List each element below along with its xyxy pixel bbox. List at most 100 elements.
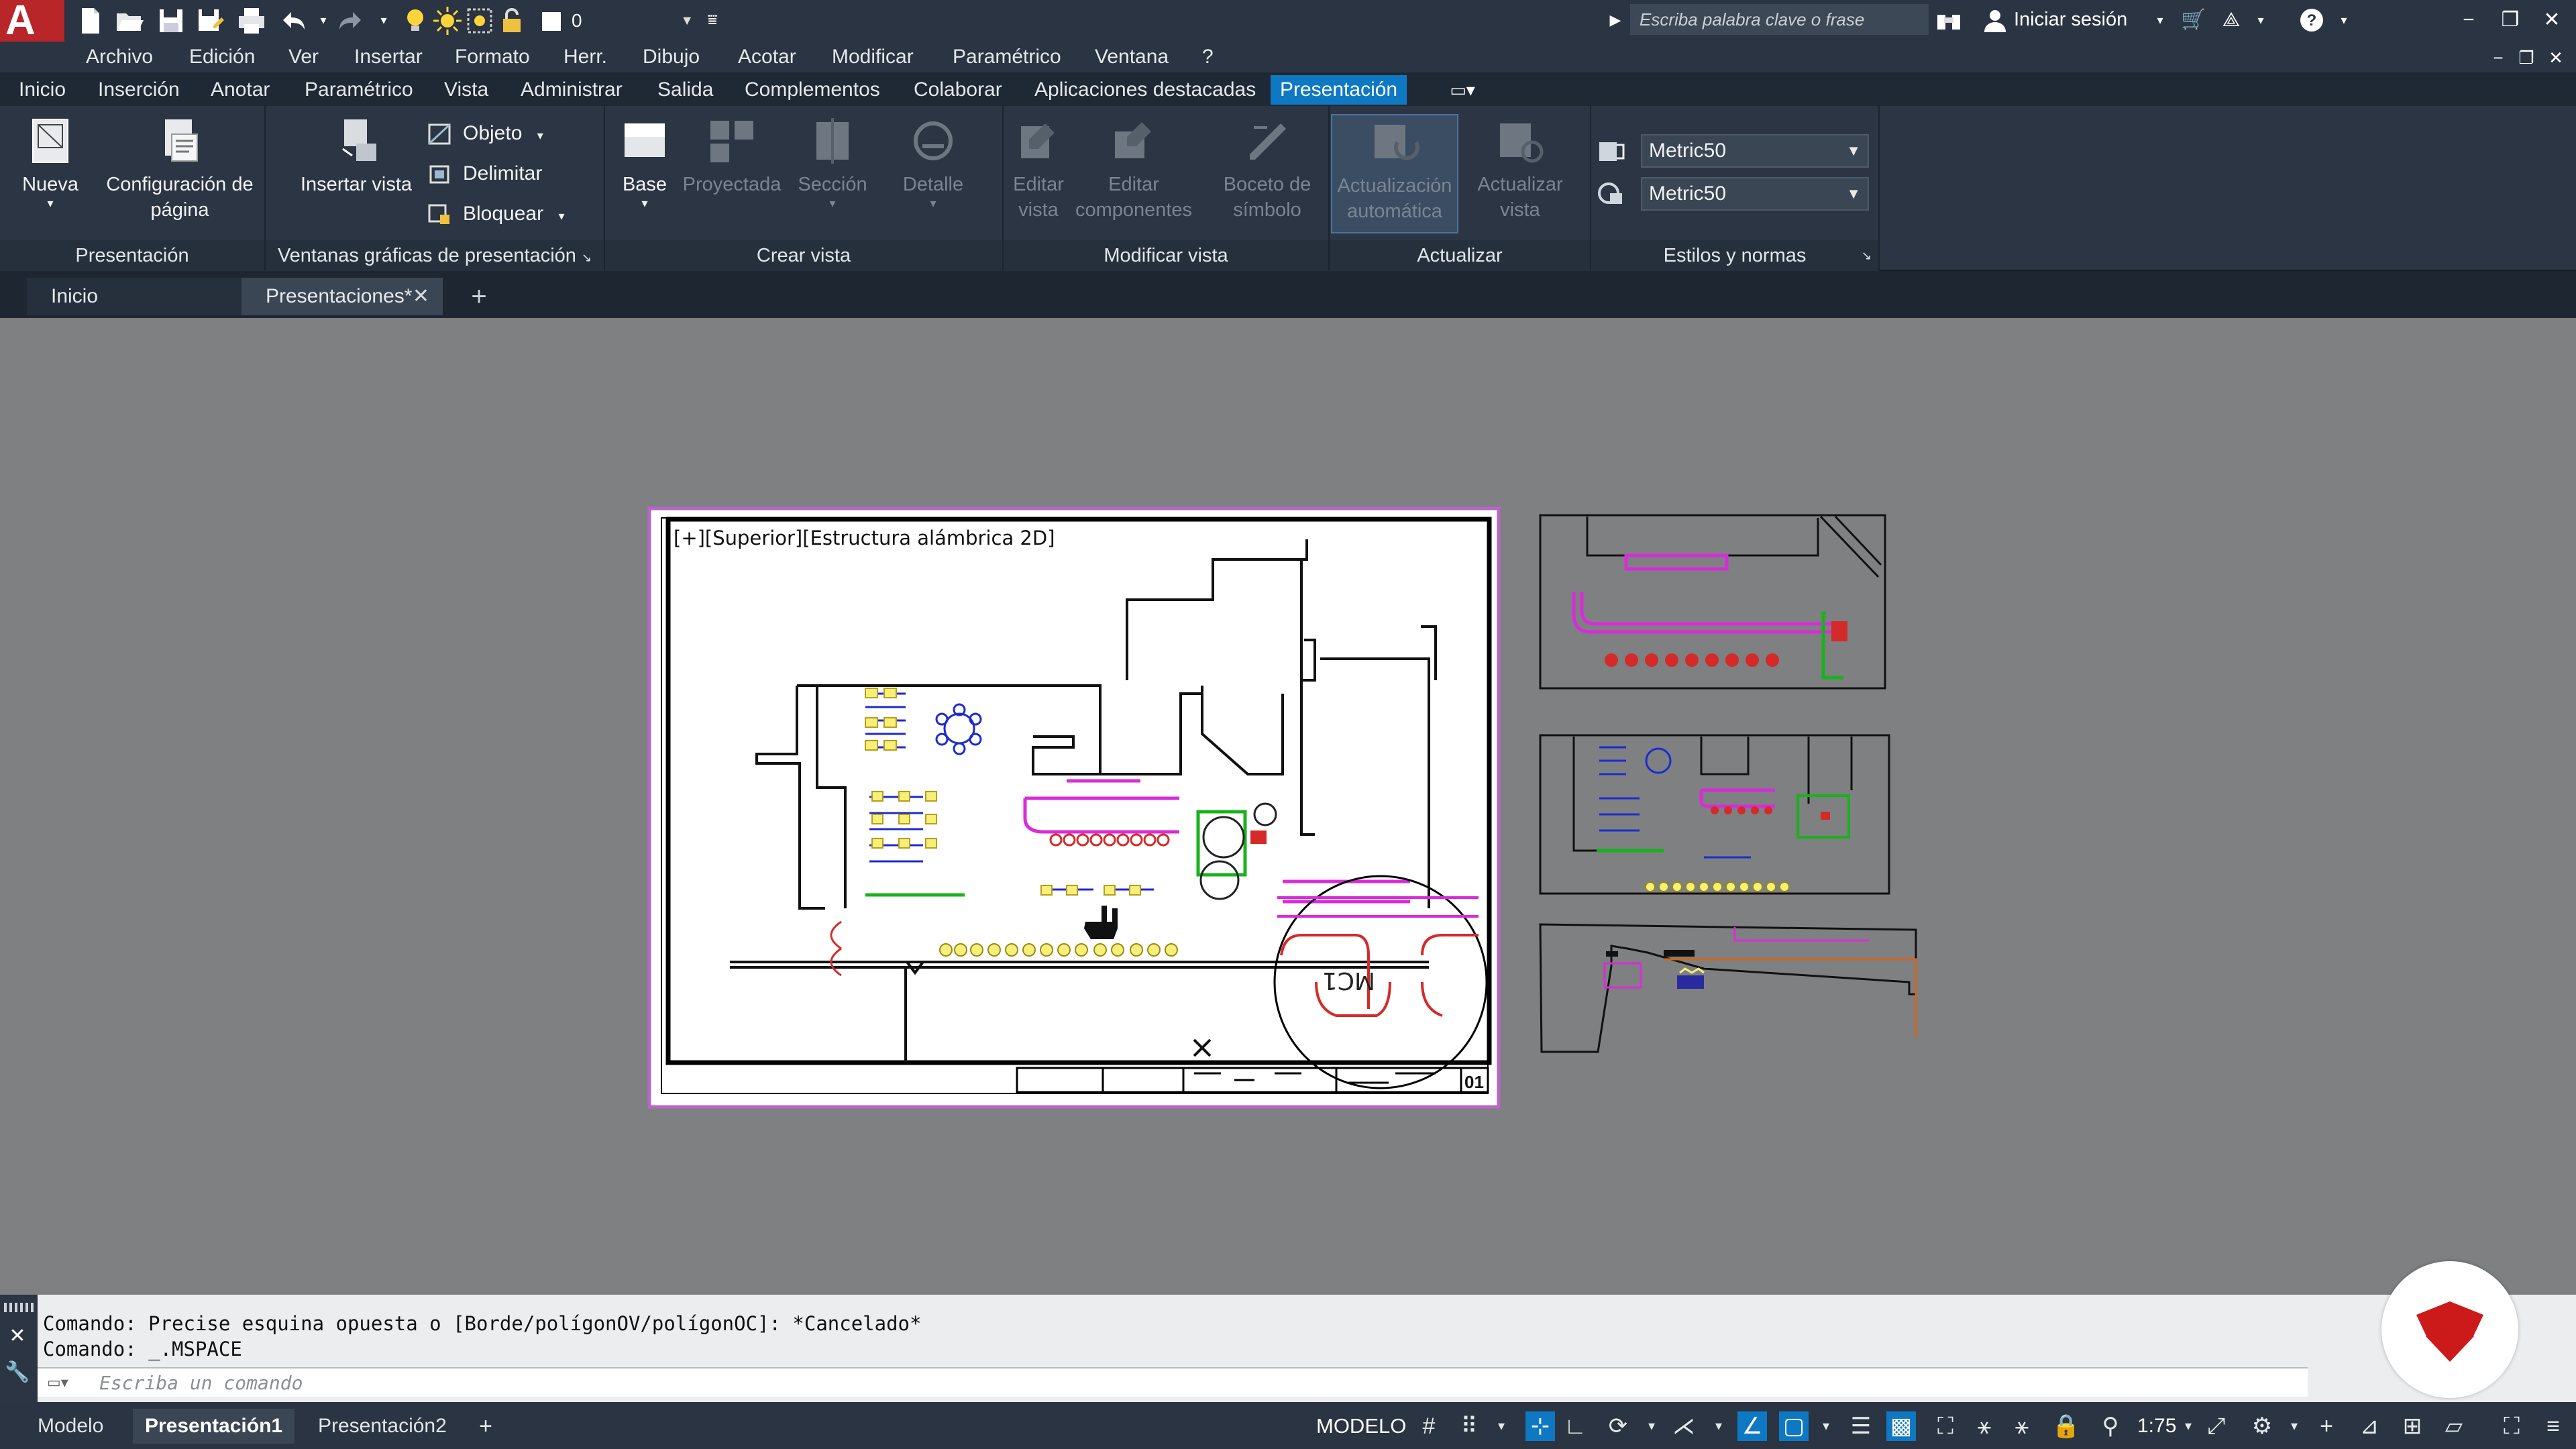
detalle-button[interactable]: Detalle ▾ <box>883 114 983 209</box>
section-style-icon[interactable] <box>1597 138 1626 165</box>
quick-properties-icon[interactable]: ⊞ <box>2398 1411 2427 1441</box>
layer-freeze-icon[interactable] <box>464 5 495 36</box>
scale-dropdown-icon[interactable]: ▾ <box>2174 1411 2203 1441</box>
section-style-dropdown[interactable]: Metric50 ▼ <box>1641 134 1869 168</box>
ortho-icon[interactable]: ∟ <box>1560 1411 1590 1441</box>
snap-icon[interactable]: ⠿ <box>1454 1411 1484 1441</box>
tab-anotar[interactable]: Anotar <box>201 75 279 105</box>
minimize-icon[interactable]: − <box>2455 7 2482 34</box>
units-icon[interactable]: ⊿ <box>2355 1411 2384 1441</box>
drawing-area[interactable]: MC1 [+][Superior][Estructura alámbrica 2… <box>0 318 2576 1291</box>
layout-tab-modelo[interactable]: Modelo <box>25 1409 115 1444</box>
preview-view-2[interactable] <box>1539 734 1890 895</box>
signin-dropdown-icon[interactable]: ▾ <box>2147 7 2174 34</box>
layer-bulb-icon[interactable] <box>400 5 431 36</box>
lineweight-icon[interactable]: ☰ <box>1846 1411 1876 1441</box>
transparency-icon[interactable]: ▩ <box>1886 1411 1916 1441</box>
insertar-vista-button[interactable]: Insertar vista <box>292 114 420 197</box>
object-snap-tracking-icon[interactable]: ∠ <box>1737 1411 1767 1441</box>
bloquear-dropdown-icon[interactable]: ▾ <box>558 209 564 223</box>
base-button[interactable]: Base ▾ <box>608 114 682 209</box>
seccion-button[interactable]: Sección ▾ <box>782 114 883 209</box>
actualizar-vista-button[interactable]: Actualizar vista <box>1461 114 1579 223</box>
open-file-icon[interactable] <box>114 5 145 36</box>
menu-ver[interactable]: Ver <box>288 42 319 72</box>
preview-view-1[interactable] <box>1539 514 1886 690</box>
customize-menu-icon[interactable]: ≡ <box>2538 1411 2568 1441</box>
selection-cycling-icon[interactable]: ⛶ <box>1931 1411 1960 1441</box>
restore-icon[interactable]: ❐ <box>2497 7 2524 34</box>
isolate-objects-icon[interactable]: ⚲ <box>2096 1411 2125 1441</box>
viewport-label[interactable]: [+][Superior][Estructura alámbrica 2D] <box>674 527 1055 549</box>
new-tab-icon[interactable]: + <box>463 280 495 313</box>
undo-dropdown-icon[interactable]: ▾ <box>310 7 337 34</box>
doc-close-icon[interactable]: ✕ <box>2542 44 2569 71</box>
objeto-dropdown-icon[interactable]: ▾ <box>537 129 543 142</box>
boceto-simbolo-button[interactable]: Boceto de símbolo <box>1210 114 1324 223</box>
object-snap-icon[interactable]: ▢ <box>1779 1411 1809 1441</box>
command-input[interactable]: ▭▾ Escriba un comando <box>38 1367 2308 1397</box>
menu-ventana[interactable]: Ventana <box>1095 42 1169 72</box>
menu-formato[interactable]: Formato <box>455 42 530 72</box>
polar-dropdown-icon[interactable]: ▾ <box>1637 1411 1666 1441</box>
cart-icon[interactable]: 🛒 <box>2180 7 2207 34</box>
menu-dibujo[interactable]: Dibujo <box>643 42 700 72</box>
binoculars-icon[interactable] <box>1933 5 1964 36</box>
snap-dropdown-icon[interactable]: ▾ <box>1487 1411 1516 1441</box>
model-space-toggle[interactable]: MODELO <box>1316 1411 1406 1441</box>
tab-parametrico[interactable]: Paramétrico <box>295 75 423 105</box>
tab-presentacion[interactable]: Presentación <box>1271 75 1407 105</box>
app-logo-button[interactable]: A <box>0 0 64 42</box>
menu-archivo[interactable]: Archivo <box>86 42 153 72</box>
grid-icon[interactable]: # <box>1414 1411 1444 1441</box>
menu-help[interactable]: ? <box>1202 42 1214 72</box>
customize-wrench-icon[interactable]: 🔧 <box>4 1359 31 1386</box>
redo-dropdown-icon[interactable]: ▾ <box>370 7 397 34</box>
plus-icon[interactable]: + <box>2312 1411 2341 1441</box>
grip-handle-icon[interactable] <box>4 1303 34 1312</box>
isodraft-dropdown-icon[interactable]: ▾ <box>1704 1411 1733 1441</box>
base-dropdown-icon[interactable]: ▾ <box>608 197 682 209</box>
tab-aplicaciones[interactable]: Aplicaciones destacadas <box>1025 75 1265 105</box>
isodraft-icon[interactable]: ⋌ <box>1669 1411 1699 1441</box>
layer-sun-icon[interactable] <box>432 5 463 36</box>
tab-insercion[interactable]: Inserción <box>89 75 189 105</box>
tab-vista[interactable]: Vista <box>435 75 498 105</box>
save-icon[interactable] <box>156 5 186 36</box>
autodesk-app-icon[interactable]: ⟁ <box>2218 7 2245 34</box>
panel-title-estilos[interactable]: Estilos y normas ↘ <box>1591 240 1878 271</box>
search-input[interactable]: Escriba palabra clave o frase <box>1630 4 1929 35</box>
objeto-button[interactable]: Objeto ▾ <box>427 115 588 152</box>
lock-ui-icon[interactable]: 🔒 <box>2051 1411 2081 1441</box>
tab-inicio[interactable]: Inicio <box>9 75 75 105</box>
file-tab-inicio[interactable]: Inicio <box>27 278 241 315</box>
help-icon[interactable]: ? <box>2298 7 2325 34</box>
nueva-dropdown-icon[interactable]: ▾ <box>7 197 94 209</box>
annotation-scale[interactable]: 1:75 <box>2137 1411 2176 1441</box>
osnap-dropdown-icon[interactable]: ▾ <box>1811 1411 1841 1441</box>
menu-modificar[interactable]: Modificar <box>832 42 914 72</box>
tab-colaborar[interactable]: Colaborar <box>904 75 1012 105</box>
seccion-dropdown-icon[interactable]: ▾ <box>782 197 883 209</box>
file-tab-presentaciones[interactable]: Presentaciones* ✕ <box>241 278 443 315</box>
preview-view-3[interactable] <box>1539 923 1917 1053</box>
customize-toolbar-icon[interactable]: ⩸ <box>699 7 726 34</box>
detail-style-dropdown[interactable]: Metric50 ▼ <box>1641 177 1869 211</box>
editar-vista-button[interactable]: Editar vista <box>1004 114 1073 223</box>
auto-scale-icon[interactable]: ⚹ <box>2007 1411 2037 1441</box>
redo-icon[interactable] <box>335 5 366 36</box>
layer-dropdown[interactable]: 0 ▼ <box>537 4 698 38</box>
infer-constraints-icon[interactable]: ⊹ <box>1525 1411 1555 1441</box>
close-tab-icon[interactable]: ✕ <box>413 278 429 315</box>
save-as-icon[interactable] <box>195 5 225 36</box>
add-layout-icon[interactable]: + <box>471 1411 500 1441</box>
actualizacion-automatica-button[interactable]: Actualización automática <box>1331 114 1458 233</box>
app-dropdown-icon[interactable]: ▾ <box>2247 7 2274 34</box>
command-prompt-icon[interactable]: ▭▾ <box>47 1374 87 1393</box>
print-icon[interactable] <box>236 5 267 36</box>
menu-herr[interactable]: Herr. <box>564 42 607 72</box>
clean-screen-icon[interactable]: ⛶ <box>2497 1411 2526 1441</box>
layer-lock-icon[interactable] <box>496 5 527 36</box>
tab-administrar[interactable]: Administrar <box>511 75 632 105</box>
menu-insertar[interactable]: Insertar <box>354 42 423 72</box>
